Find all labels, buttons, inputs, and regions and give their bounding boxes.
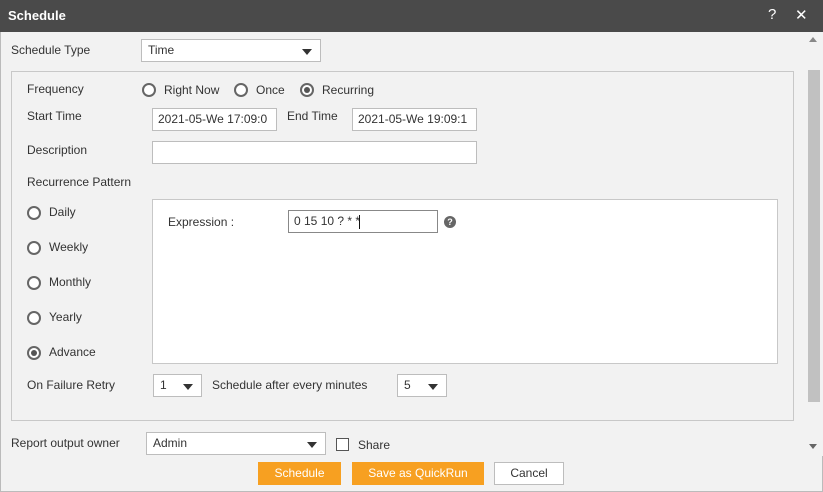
start-time-label: Start Time	[27, 109, 82, 123]
radio-yearly[interactable]	[27, 311, 41, 325]
dialog-title: Schedule	[8, 8, 66, 23]
retry-interval-value: 5	[404, 378, 411, 392]
chevron-down-icon	[302, 49, 312, 55]
radio-recurring-label: Recurring	[322, 83, 375, 97]
radio-weekly-label: Weekly	[49, 240, 89, 254]
expression-label: Expression :	[168, 215, 235, 229]
radio-once[interactable]	[234, 83, 248, 97]
retry-interval-label: Schedule after every minutes	[212, 378, 368, 392]
schedule-type-value: Time	[148, 43, 175, 57]
cancel-button[interactable]: Cancel	[494, 462, 564, 485]
chevron-down-icon	[307, 442, 317, 448]
question-icon[interactable]: ?	[444, 216, 456, 228]
radio-weekly[interactable]	[27, 241, 41, 255]
advance-expression-box	[152, 199, 778, 364]
radio-right-now-label: Right Now	[164, 83, 220, 97]
share-checkbox[interactable]	[336, 438, 349, 451]
recurrence-pattern-label: Recurrence Pattern	[27, 175, 132, 189]
close-icon[interactable]: ✕	[795, 6, 808, 24]
schedule-type-select[interactable]: Time	[141, 39, 321, 62]
chevron-down-icon	[428, 384, 438, 390]
retry-value: 1	[160, 378, 167, 392]
share-label: Share	[358, 438, 391, 452]
expression-value: 0 15 10 ? * *	[294, 214, 361, 228]
radio-yearly-label: Yearly	[49, 310, 82, 324]
description-label: Description	[27, 143, 88, 157]
radio-advance-label: Advance	[49, 345, 96, 359]
text-cursor	[359, 215, 360, 229]
end-time-label: End Time	[287, 109, 338, 123]
radio-once-label: Once	[256, 83, 285, 97]
start-time-input[interactable]: 2021-05-We 17:09:0	[152, 108, 277, 131]
scroll-down-icon[interactable]	[809, 444, 817, 449]
scrollbar-thumb[interactable]	[808, 70, 820, 402]
radio-right-now[interactable]	[142, 83, 156, 97]
frequency-label: Frequency	[27, 82, 84, 96]
radio-daily-label: Daily	[49, 205, 76, 219]
retry-select[interactable]: 1	[153, 374, 202, 397]
retry-interval-select[interactable]: 5	[397, 374, 447, 397]
owner-value: Admin	[153, 436, 188, 450]
radio-monthly[interactable]	[27, 276, 41, 290]
radio-daily[interactable]	[27, 206, 41, 220]
schedule-type-label: Schedule Type	[11, 43, 91, 57]
retry-label: On Failure Retry	[27, 378, 116, 392]
radio-recurring[interactable]	[300, 83, 314, 97]
owner-label: Report output owner	[11, 436, 120, 450]
description-input[interactable]	[152, 141, 477, 164]
save-as-quickrun-button[interactable]: Save as QuickRun	[352, 462, 484, 485]
end-time-input[interactable]: 2021-05-We 19:09:1	[352, 108, 477, 131]
scroll-up-icon[interactable]	[809, 37, 817, 42]
help-icon[interactable]: ?	[768, 6, 776, 23]
expression-input[interactable]: 0 15 10 ? * *	[288, 210, 438, 233]
dialog-titlebar: Schedule ? ✕	[0, 0, 823, 32]
radio-monthly-label: Monthly	[49, 275, 92, 289]
chevron-down-icon	[183, 384, 193, 390]
schedule-button[interactable]: Schedule	[258, 462, 341, 485]
owner-select[interactable]: Admin	[146, 432, 326, 455]
radio-advance[interactable]	[27, 346, 41, 360]
